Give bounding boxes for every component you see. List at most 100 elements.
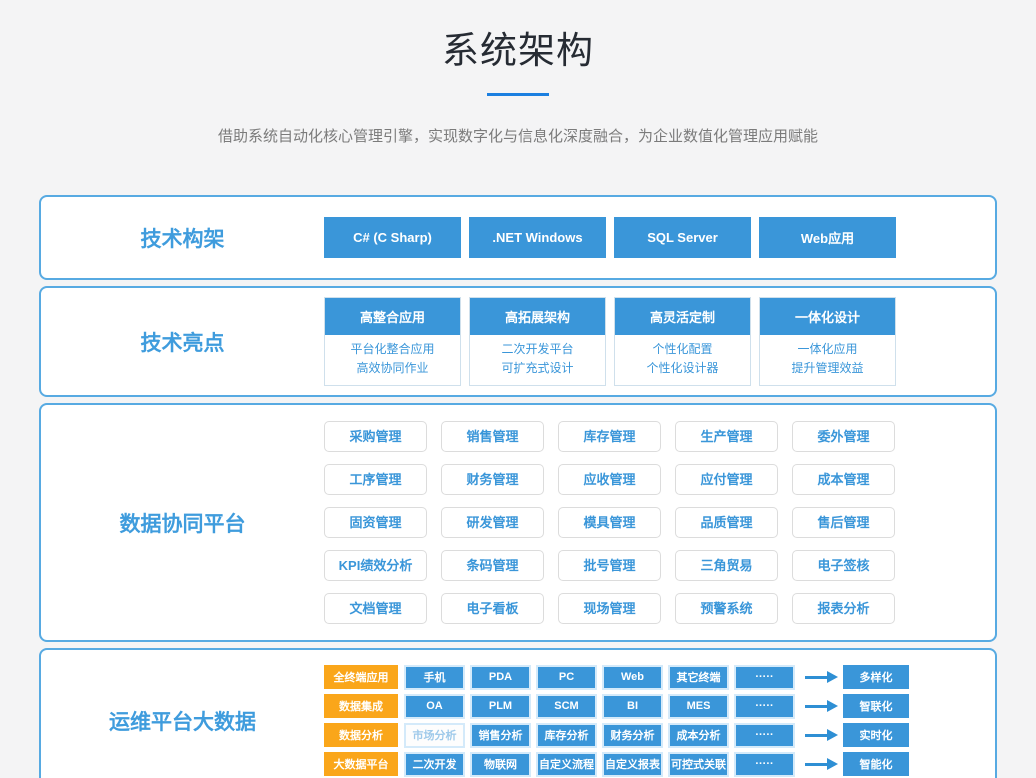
module-button[interactable]: 品质管理 (675, 507, 778, 538)
module-button[interactable]: 电子签核 (792, 550, 895, 581)
module-button[interactable]: 售后管理 (792, 507, 895, 538)
bigdata-item-button[interactable]: ····· (736, 667, 793, 688)
highlight-card-body: 一体化应用提升管理效益 (760, 335, 895, 385)
highlight-card-title: 高灵活定制 (615, 298, 750, 335)
highlight-card-line: 可扩充式设计 (470, 359, 605, 378)
bigdata-item-button[interactable]: 自定义流程 (538, 754, 595, 775)
highlight-card-body: 二次开发平台可扩充式设计 (470, 335, 605, 385)
module-button[interactable]: 销售管理 (441, 421, 544, 452)
module-button[interactable]: 应付管理 (675, 464, 778, 495)
bigdata-item-button[interactable]: SCM (538, 696, 595, 717)
arrow-right-icon (805, 705, 827, 708)
bigdata-item-button[interactable]: BI (604, 696, 661, 717)
module-button[interactable]: 三角贸易 (675, 550, 778, 581)
highlight-card-title: 一体化设计 (760, 298, 895, 335)
bigdata-item-button[interactable]: 可控式关联 (670, 754, 727, 775)
highlight-card-title: 高整合应用 (325, 298, 460, 335)
section-highlights: 技术亮点 高整合应用平台化整合应用高效协同作业高拓展架构二次开发平台可扩充式设计… (39, 286, 997, 397)
module-button[interactable]: 采购管理 (324, 421, 427, 452)
highlight-card: 高拓展架构二次开发平台可扩充式设计 (469, 297, 606, 386)
bigdata-category-label: 全终端应用 (324, 665, 398, 689)
bigdata-rows: 全终端应用手机 PDA PC Web 其它终端 ····· 多样化数据集成 OA PLM SCM B… (324, 650, 995, 778)
bigdata-item-button[interactable]: 财务分析 (604, 725, 661, 746)
bigdata-item-button[interactable]: 自定义报表 (604, 754, 661, 775)
bigdata-item-button[interactable]: ····· (736, 754, 793, 775)
bigdata-item-button[interactable]: 库存分析 (538, 725, 595, 746)
section-bigdata-label: 运维平台大数据 (41, 706, 324, 736)
module-button[interactable]: 报表分析 (792, 593, 895, 624)
highlight-card-line: 提升管理效益 (760, 359, 895, 378)
bigdata-row: 大数据平台二次开发物联网自定义流程自定义报表可控式关联·····智能化 (324, 752, 995, 776)
bigdata-item-button[interactable]: 市场分析 (406, 725, 463, 746)
module-button[interactable]: 成本管理 (792, 464, 895, 495)
section-tech-stack-label: 技术构架 (41, 223, 324, 253)
bigdata-item-button[interactable]: 销售分析 (472, 725, 529, 746)
bigdata-result-label: 多样化 (843, 665, 909, 689)
bigdata-result-label: 实时化 (843, 723, 909, 747)
tech-stack-button[interactable]: Web应用 (759, 217, 896, 258)
module-button[interactable]: 财务管理 (441, 464, 544, 495)
highlight-card: 高灵活定制个性化配置个性化设计器 (614, 297, 751, 386)
bigdata-item-button[interactable]: PDA (472, 667, 529, 688)
module-button[interactable]: 委外管理 (792, 421, 895, 452)
page-title: 系统架构 (0, 20, 1036, 74)
module-button[interactable]: 文档管理 (324, 593, 427, 624)
hero: 系统架构 借助系统自动化核心管理引擎，实现数字化与信息化深度融合，为企业数值化管… (0, 0, 1036, 146)
bigdata-item-button[interactable]: OA (406, 696, 463, 717)
bigdata-result-label: 智联化 (843, 694, 909, 718)
module-button[interactable]: 批号管理 (558, 550, 661, 581)
bigdata-item-button[interactable]: PLM (472, 696, 529, 717)
page: 系统架构 借助系统自动化核心管理引擎，实现数字化与信息化深度融合，为企业数值化管… (0, 0, 1036, 778)
section-platform: 数据协同平台 采购管理销售管理库存管理生产管理委外管理工序管理财务管理应收管理应… (39, 403, 997, 642)
bigdata-row: 数据分析市场分析销售分析库存分析财务分析成本分析·····实时化 (324, 723, 995, 747)
section-highlights-label: 技术亮点 (41, 327, 324, 357)
bigdata-item-button[interactable]: 手机 (406, 667, 463, 688)
bigdata-category-label: 数据集成 (324, 694, 398, 718)
highlight-card-body: 平台化整合应用高效协同作业 (325, 335, 460, 385)
module-button[interactable]: KPI绩效分析 (324, 550, 427, 581)
module-button[interactable]: 研发管理 (441, 507, 544, 538)
bigdata-item-button[interactable]: 其它终端 (670, 667, 727, 688)
module-button[interactable]: 现场管理 (558, 593, 661, 624)
highlight-card: 一体化设计一体化应用提升管理效益 (759, 297, 896, 386)
tech-stack-button[interactable]: .NET Windows (469, 217, 606, 258)
tech-stack-button[interactable]: SQL Server (614, 217, 751, 258)
tech-stack-button[interactable]: C# (C Sharp) (324, 217, 461, 258)
module-button[interactable]: 模具管理 (558, 507, 661, 538)
module-button[interactable]: 库存管理 (558, 421, 661, 452)
bigdata-result-label: 智能化 (843, 752, 909, 776)
arrow-right-icon (805, 676, 827, 679)
module-button[interactable]: 电子看板 (441, 593, 544, 624)
section-bigdata: 运维平台大数据 全终端应用手机 PDA PC Web 其它终端 ····· 多样化数据集成 O… (39, 648, 997, 778)
module-button[interactable]: 预警系统 (675, 593, 778, 624)
bigdata-item-button[interactable]: 成本分析 (670, 725, 727, 746)
bigdata-item-button[interactable]: ····· (736, 696, 793, 717)
bigdata-item-button[interactable]: 物联网 (472, 754, 529, 775)
module-button[interactable]: 固资管理 (324, 507, 427, 538)
highlight-card-line: 个性化配置 (615, 340, 750, 359)
highlight-card-line: 高效协同作业 (325, 359, 460, 378)
section-platform-label: 数据协同平台 (41, 508, 324, 538)
section-tech-stack: 技术构架 C# (C Sharp).NET WindowsSQL ServerW… (39, 195, 997, 280)
module-grid: 采购管理销售管理库存管理生产管理委外管理工序管理财务管理应收管理应付管理成本管理… (324, 405, 995, 640)
bigdata-item-button[interactable]: ····· (736, 725, 793, 746)
highlight-card-title: 高拓展架构 (470, 298, 605, 335)
highlight-card-line: 平台化整合应用 (325, 340, 460, 359)
arrow-right-icon (805, 734, 827, 737)
module-button[interactable]: 生产管理 (675, 421, 778, 452)
bigdata-item-button[interactable]: PC (538, 667, 595, 688)
module-button[interactable]: 工序管理 (324, 464, 427, 495)
bigdata-item-button[interactable]: 二次开发 (406, 754, 463, 775)
highlight-card-line: 一体化应用 (760, 340, 895, 359)
page-subtitle: 借助系统自动化核心管理引擎，实现数字化与信息化深度融合，为企业数值化管理应用赋能 (0, 125, 1036, 146)
module-button[interactable]: 条码管理 (441, 550, 544, 581)
highlight-card-line: 二次开发平台 (470, 340, 605, 359)
bigdata-item-button[interactable]: MES (670, 696, 727, 717)
title-divider (487, 93, 549, 96)
bigdata-row: 全终端应用手机 PDA PC Web 其它终端 ····· 多样化 (324, 665, 995, 689)
module-button[interactable]: 应收管理 (558, 464, 661, 495)
highlight-card-body: 个性化配置个性化设计器 (615, 335, 750, 385)
tech-stack-buttons: C# (C Sharp).NET WindowsSQL ServerWeb应用 (324, 197, 995, 278)
highlight-card-line: 个性化设计器 (615, 359, 750, 378)
bigdata-item-button[interactable]: Web (604, 667, 661, 688)
